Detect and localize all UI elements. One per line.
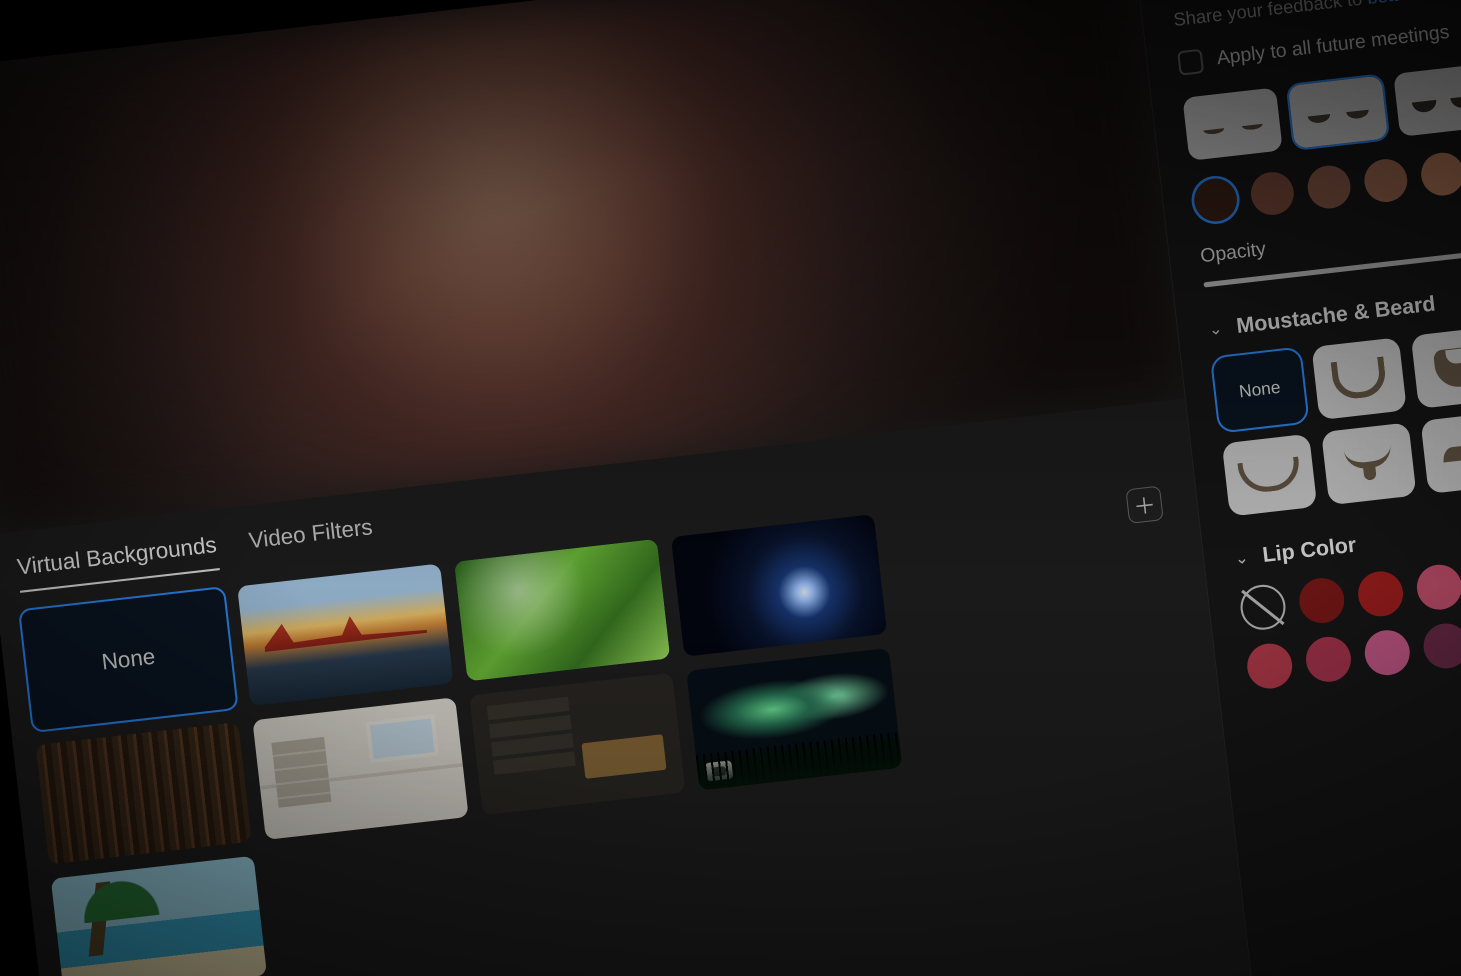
lip-color-swatch[interactable] <box>1304 635 1354 685</box>
eyebrow-style-thin[interactable] <box>1182 88 1282 161</box>
color-swatch[interactable] <box>1419 151 1461 198</box>
beard-soulpatch[interactable] <box>1222 434 1317 517</box>
beard-goatee[interactable] <box>1311 337 1406 420</box>
chevron-down-icon: ⌄ <box>1208 319 1224 341</box>
chevron-down-icon: ⌄ <box>1234 548 1250 570</box>
moustache-classic[interactable] <box>1420 411 1461 494</box>
lip-color-swatch[interactable] <box>1421 621 1461 671</box>
apply-all-label: Apply to all future meetings <box>1216 22 1451 71</box>
lip-color-swatch[interactable] <box>1356 569 1406 619</box>
beard-none[interactable]: None <box>1212 349 1307 432</box>
lip-color-swatch[interactable] <box>1415 563 1461 613</box>
eyebrow-style-thick[interactable] <box>1393 64 1461 137</box>
video-indicator-icon <box>705 760 733 781</box>
eyebrow-style-medium[interactable] <box>1288 76 1388 149</box>
feedback-email-link[interactable]: beta-feedback@zoom.us <box>1366 0 1461 8</box>
background-thumb-aurora[interactable] <box>686 648 902 791</box>
background-thumb-room-dark[interactable] <box>469 673 685 816</box>
background-thumb-room-light[interactable] <box>252 697 468 840</box>
background-thumb-bridge[interactable] <box>237 563 453 706</box>
beard-full[interactable] <box>1411 326 1461 409</box>
section-title-lip: Lip Color <box>1261 533 1357 568</box>
background-thumb-grass[interactable] <box>454 539 670 682</box>
add-background-button[interactable]: ＋ <box>1125 486 1163 524</box>
lip-color-swatch[interactable] <box>1362 628 1412 678</box>
color-swatch[interactable] <box>1249 170 1296 217</box>
section-title-beard: Moustache & Beard <box>1235 292 1436 339</box>
lip-color-swatch[interactable] <box>1297 576 1347 626</box>
color-swatch[interactable] <box>1362 157 1409 204</box>
color-swatch[interactable] <box>1305 164 1352 211</box>
main-panel: Virtual Backgrounds Video Filters ＋ None <box>0 0 1270 976</box>
background-thumb-beach[interactable] <box>51 856 267 976</box>
color-swatch[interactable] <box>1192 176 1239 223</box>
lip-color-swatch[interactable] <box>1245 641 1295 691</box>
background-thumb-label: None <box>20 588 236 731</box>
background-thumb-none[interactable]: None <box>20 588 236 731</box>
section-toggle-beard[interactable]: ⌄ Moustache & Beard <box>1207 265 1461 342</box>
background-thumb-library[interactable] <box>35 722 251 865</box>
beard-anchor[interactable] <box>1321 423 1416 506</box>
apply-all-checkbox[interactable] <box>1177 49 1204 76</box>
background-thumb-space[interactable] <box>671 514 887 657</box>
lip-color-none[interactable] <box>1238 583 1288 633</box>
